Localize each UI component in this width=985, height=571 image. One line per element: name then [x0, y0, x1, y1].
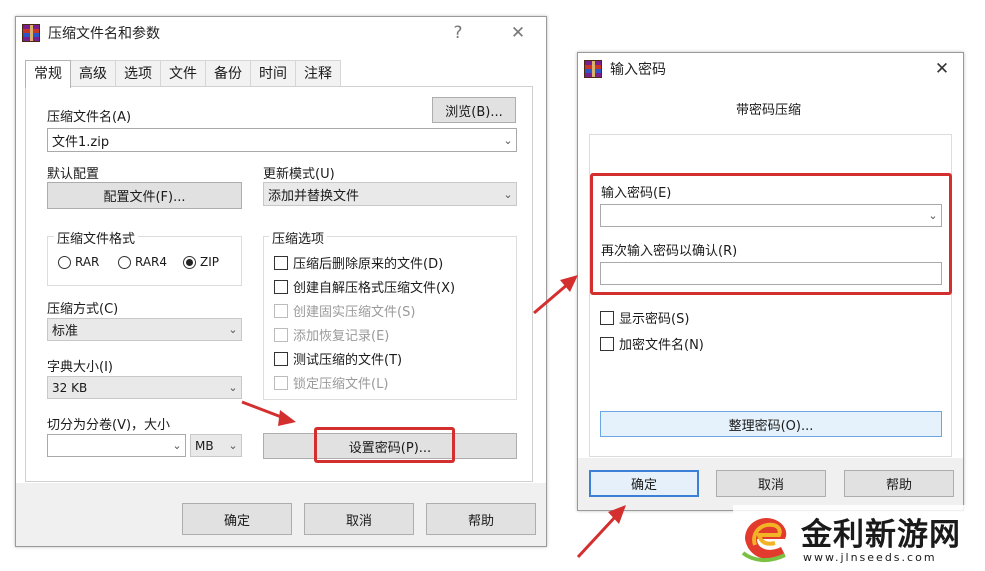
- arrow-to-password-fields: [533, 282, 569, 315]
- watermark-text: 金利新游网: [801, 517, 961, 553]
- arrow-to-ok: [576, 514, 618, 559]
- watermark-logo-icon: [741, 517, 787, 562]
- annotation-arrows: [241, 275, 626, 559]
- tab-general[interactable]: 常规: [25, 60, 71, 88]
- watermark: 金利新游网 www.jlnseeds.com: [733, 505, 981, 567]
- watermark-url: www.jlnseeds.com: [803, 551, 937, 564]
- arrow-to-set-password: [241, 400, 285, 420]
- arrow-head: [278, 410, 296, 426]
